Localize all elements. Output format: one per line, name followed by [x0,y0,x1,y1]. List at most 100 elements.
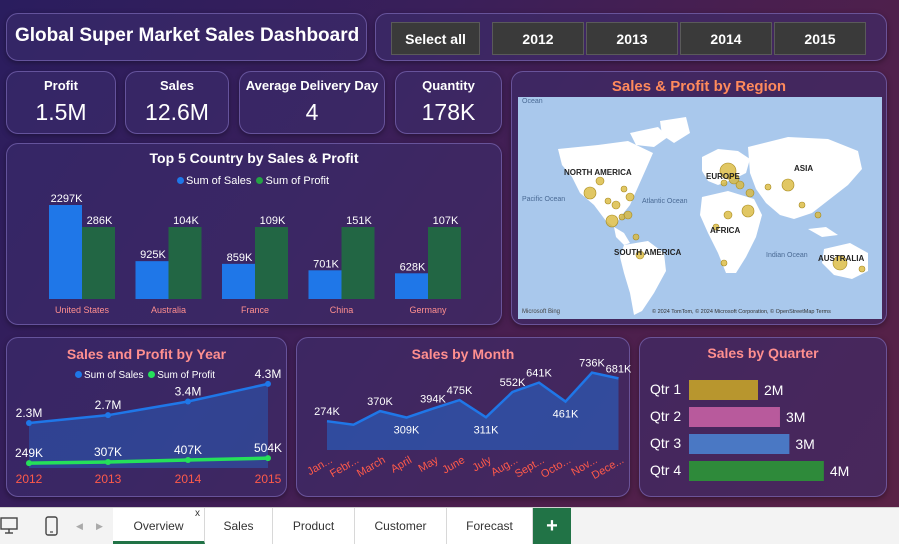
profit-point [105,458,111,465]
quarter-bar [689,434,790,454]
kpi-label: Quantity [422,78,475,93]
profit-data-label: 307K [94,445,122,459]
sales-point [105,412,111,419]
kpi-label: Sales [160,78,194,93]
kpi-label: Profit [44,78,78,93]
mobile-view-icon[interactable] [44,516,60,536]
month-label: May [417,454,441,475]
profit-data-label: 249K [15,446,43,460]
profit-bar [168,227,202,299]
scroll-right-icon[interactable]: ▶ [96,508,103,544]
quarter-label: Qtr 4 [650,462,681,478]
kpi-value: 4 [305,99,319,125]
profit-data-label: 107K [433,215,459,227]
kpi-value: 12.6M [145,99,209,125]
sales-point [185,398,191,405]
world-map[interactable]: NORTH AMERICA EUROPE ASIA AFRICA SOUTH A… [518,97,882,319]
quarter-data-label: 3M [795,436,814,452]
profit-data-label: 151K [346,215,372,227]
bing-logo: Microsoft Bing [522,309,560,315]
tab-product[interactable]: Product [273,508,355,544]
slicer-2013[interactable]: 2013 [586,22,678,55]
add-page-button[interactable]: + [533,508,571,544]
quarter-chart-card: Sales by Quarter Qtr 1 2M Qtr 2 3M Qtr 3 3M Qt… [639,337,887,497]
map-label-asia: ASIA [794,164,813,173]
kpi-label: Average Delivery Day [245,78,379,93]
month-label: April [389,454,414,475]
year-label: 2012 [16,472,43,486]
sales-bar [49,205,82,299]
month-label: June [440,454,467,476]
quarter-label: Qtr 3 [650,435,681,451]
category-label: Australia [151,305,186,315]
tab-forecast[interactable]: Forecast [447,508,533,544]
dashboard-title: Global Super Market Sales Dashboard [15,25,360,46]
top-country-chart-card: Top 5 Country by Sales & Profit Sum of S… [6,143,502,325]
kpi-quantity: Quantity 178K [395,71,502,134]
sales-point [26,420,32,426]
sales-data-label: 2297K [51,193,83,205]
quarter-bar-chart: Qtr 1 2M Qtr 2 3M Qtr 3 3M Qtr 4 4M [650,380,849,481]
year-label: 2013 [95,472,122,486]
map-label-australia: AUSTRALIA [818,254,864,263]
month-data-label: 274K [314,406,340,418]
kpi-profit: Profit 1.5M [6,71,116,134]
map-title: Sales & Profit by Region [611,78,787,95]
profit-point [26,460,32,467]
map-attribution[interactable]: © 2024 TomTom, © 2024 Microsoft Corporat… [652,308,831,315]
slicer-2014[interactable]: 2014 [680,22,772,55]
category-label: China [330,305,354,315]
sales-data-label: 3.4M [175,384,202,398]
month-data-label: 309K [394,425,420,437]
kpi-sales: Sales 12.6M [125,71,229,134]
month-data-label: 736K [579,358,605,370]
sales-bar [222,263,255,299]
map-label-north-america: NORTH AMERICA [564,168,632,177]
sales-point [265,380,271,387]
map-label-pacific: Pacific Ocean [522,196,565,203]
sales-data-label: 2.3M [16,406,43,420]
month-data-label: 475K [447,385,473,397]
profit-bar [341,227,375,299]
map-label-indian: Indian Ocean [766,252,808,259]
sales-data-label: 925K [140,249,166,261]
slicer-2015[interactable]: 2015 [774,22,866,55]
year-label: 2014 [175,472,202,486]
dashboard-title-card: Global Super Market Sales Dashboard [6,13,367,61]
tab-sales[interactable]: Sales [205,508,273,544]
month-data-label: 552K [500,377,526,389]
kpi-value: 178K [421,99,476,125]
profit-data-label: 109K [260,215,286,227]
month-label: Febr... [328,454,361,480]
year-line-chart: 2.3M 249K 2012 2.7M 307K 2013 3.4M 407K 2014 4.3M… [15,367,282,486]
tab-customer[interactable]: Customer [355,508,447,544]
month-data-label: 641K [526,368,552,380]
sales-bar [395,273,428,299]
month-data-label: 681K [606,363,631,375]
year-slicer: Select all 2012 2013 2014 2015 [375,13,887,61]
region-map-card: Sales & Profit by Region NORTH AMERICA E… [511,71,887,325]
profit-bar [428,227,461,299]
sheet-tab-bar: ◀ ▶ Overview x Sales Product Customer Fo… [0,507,899,544]
quarter-label: Qtr 1 [650,381,681,397]
profit-data-label: 504K [254,441,282,455]
country-bar-chart: 2297K 286K United States 925K 104K Australia 8… [49,193,461,315]
sales-data-label: 701K [313,258,339,270]
desktop-view-icon[interactable] [0,516,22,536]
scroll-left-icon[interactable]: ◀ [76,508,83,544]
category-label: Germany [409,305,447,315]
map-label-south-america: SOUTH AMERICA [614,248,681,257]
quarter-bar [689,407,780,427]
map-label-atlantic: Atlantic Ocean [642,198,688,205]
tab-overview[interactable]: Overview x [113,508,205,544]
sales-bar [308,270,342,299]
slicer-2012[interactable]: 2012 [492,22,584,55]
sales-data-label: 4.3M [255,367,282,381]
profit-point [185,457,191,464]
slicer-select-all[interactable]: Select all [391,22,480,55]
month-data-label: 370K [367,396,393,408]
close-tab-icon[interactable]: x [195,496,200,532]
category-label: France [241,305,269,315]
kpi-avg-delivery: Average Delivery Day 4 [239,71,385,134]
month-data-label: 394K [420,394,446,406]
